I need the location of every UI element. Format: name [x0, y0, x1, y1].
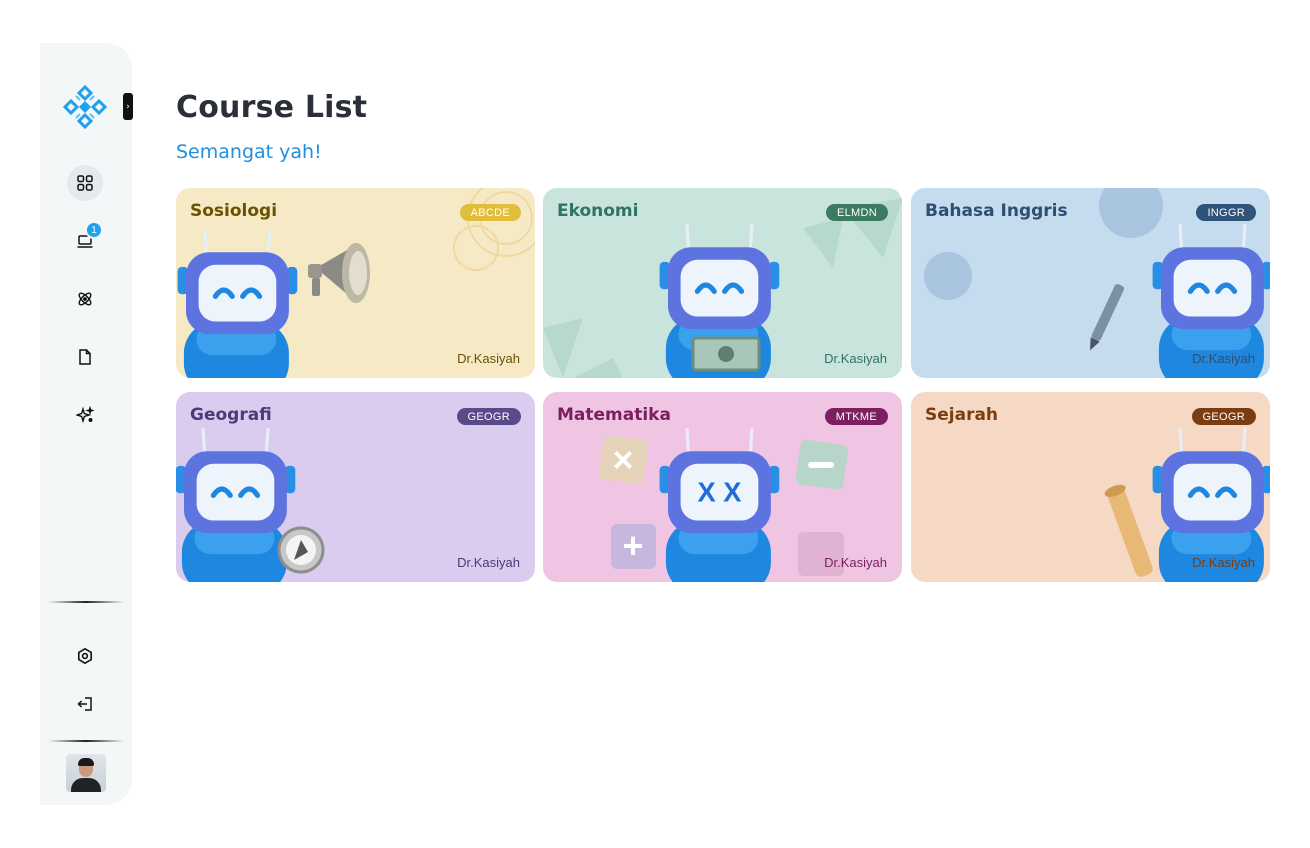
course-title: Bahasa Inggris — [925, 201, 1068, 221]
avatar[interactable] — [66, 754, 106, 792]
course-teacher: Dr.Kasiyah — [824, 555, 887, 570]
course-code-badge: ABCDE — [459, 204, 521, 221]
svg-text:+: + — [622, 525, 643, 566]
course-title: Ekonomi — [557, 201, 639, 221]
svg-text:×: × — [612, 439, 633, 480]
course-teacher: Dr.Kasiyah — [1192, 351, 1255, 366]
nav-science[interactable] — [67, 281, 103, 317]
course-teacher: Dr.Kasiyah — [824, 351, 887, 366]
file-icon — [79, 349, 91, 365]
sidebar-divider — [48, 601, 124, 603]
collapse-sidebar-button[interactable]: › — [123, 93, 133, 120]
course-title: Sosiologi — [190, 201, 278, 221]
nav-logout[interactable] — [67, 686, 103, 722]
nav-dashboard[interactable] — [67, 165, 103, 201]
nav-documents[interactable] — [67, 339, 103, 375]
grid-icon — [77, 175, 93, 191]
nav-settings[interactable] — [67, 638, 103, 674]
page-title: Course List — [176, 90, 368, 125]
course-title: Geografi — [190, 405, 272, 425]
course-code-badge: GEOGR — [1191, 408, 1256, 425]
course-title: Matematika — [557, 405, 671, 425]
logout-icon — [77, 697, 92, 711]
svg-text:X X: X X — [697, 477, 741, 508]
course-card[interactable]: Geografi GEOGR Dr.Kasiyah — [176, 392, 535, 582]
notification-badge: 1 — [85, 221, 103, 239]
course-teacher: Dr.Kasiyah — [457, 555, 520, 570]
course-code-badge: INGGR — [1196, 204, 1256, 221]
course-code-badge: MTKME — [824, 408, 888, 425]
course-code-badge: ELMDN — [825, 204, 888, 221]
sidebar-divider — [48, 740, 124, 742]
course-code-badge: GEOGR — [456, 408, 521, 425]
page-subtitle: Semangat yah! — [176, 141, 322, 163]
course-teacher: Dr.Kasiyah — [1192, 555, 1255, 570]
course-card[interactable]: × + X X Matematika MTKME Dr.Kasiyah — [543, 392, 902, 582]
course-card[interactable]: Sosiologi ABCDE Dr.Kasiyah — [176, 188, 535, 378]
logo-icon[interactable] — [61, 83, 109, 131]
sidebar: › 1 — [40, 43, 133, 805]
sparkles-icon — [76, 406, 94, 424]
nav-courses[interactable]: 1 — [67, 221, 103, 259]
course-teacher: Dr.Kasiyah — [457, 351, 520, 366]
course-card[interactable]: Sejarah GEOGR Dr.Kasiyah — [911, 392, 1270, 582]
nav-ai[interactable] — [67, 397, 103, 433]
settings-icon — [78, 647, 92, 665]
atom-icon — [78, 292, 92, 306]
course-card[interactable]: Ekonomi ELMDN Dr.Kasiyah — [543, 188, 902, 378]
course-title: Sejarah — [925, 405, 999, 425]
course-card[interactable]: Bahasa Inggris INGGR Dr.Kasiyah — [911, 188, 1270, 378]
